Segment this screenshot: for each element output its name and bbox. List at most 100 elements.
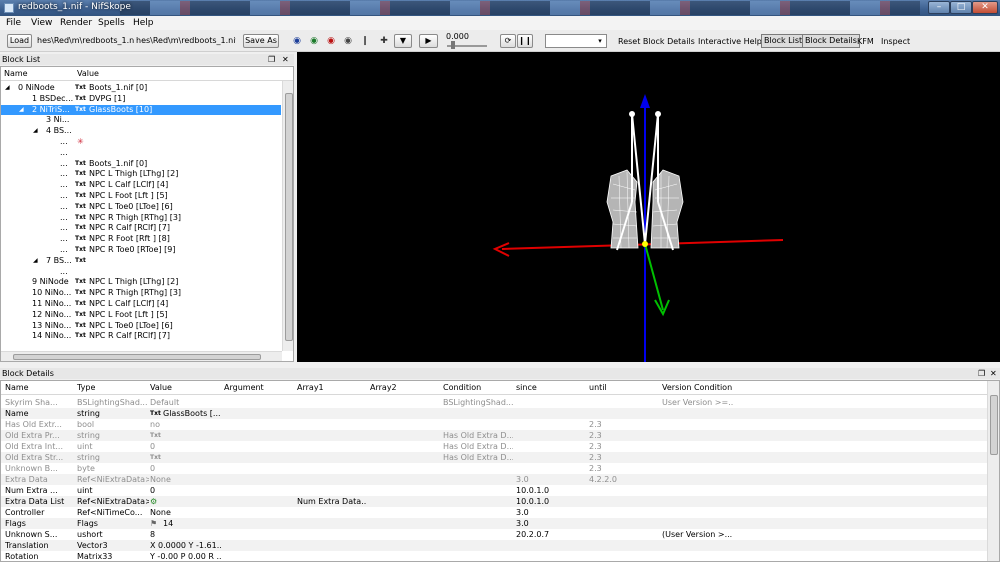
kfm-button[interactable]: KFM	[857, 37, 874, 46]
tree-row[interactable]: ...	[1, 148, 281, 159]
view-eye-red-icon[interactable]: ◉	[325, 36, 337, 46]
time-slider-handle[interactable]	[451, 41, 455, 49]
expand-arrow-icon[interactable]: ◢	[33, 126, 38, 137]
block-list[interactable]: Name Value ◢ 0 NiNode Txt Boots_1.nif [0] 1 …	[0, 66, 294, 362]
tree-row[interactable]: ◢ 0 NiNode Txt Boots_1.nif [0]	[1, 83, 281, 94]
block-list-hscroll[interactable]	[1, 351, 282, 361]
menu-render[interactable]: Render	[60, 18, 92, 28]
step-button[interactable]: ❙❙	[517, 34, 533, 48]
play-button[interactable]: ▶	[419, 34, 438, 48]
menu-view[interactable]: View	[31, 18, 52, 28]
menu-help[interactable]: Help	[133, 18, 154, 28]
tree-row[interactable]: ... ✳	[1, 137, 281, 148]
tree-row[interactable]: 13 NiNo... Txt NPC L Toe0 [LToe] [6]	[1, 321, 281, 332]
column-header[interactable]: Condition	[443, 381, 513, 395]
expand-arrow-icon[interactable]: ◢	[33, 256, 38, 267]
minimize-button[interactable]: –	[928, 1, 950, 14]
table-row[interactable]: Flags Flags ⚑ 14 3.0	[1, 518, 987, 529]
column-header[interactable]: Array2	[370, 381, 440, 395]
block-list-toggle[interactable]: Block List	[761, 34, 806, 48]
save-as-button[interactable]: Save As	[243, 34, 279, 48]
vscroll-thumb[interactable]	[990, 395, 998, 455]
inspect-button[interactable]: Inspect	[881, 37, 910, 46]
tree-row[interactable]: 11 NiNo... Txt NPC L Calf [LClf] [4]	[1, 299, 281, 310]
loop-button[interactable]: ⟳	[500, 34, 516, 48]
table-row[interactable]: Old Extra Pr... string Txt Has Old Extra D.…	[1, 430, 987, 441]
block-details-toggle[interactable]: Block Details	[802, 34, 860, 48]
tree-row[interactable]: ... Txt NPC L Thigh [LThg] [2]	[1, 169, 281, 180]
save-path-field[interactable]: hes\Red\m\redboots_1.nif	[136, 34, 236, 48]
view-eye-green-icon[interactable]: ◉	[308, 36, 320, 46]
load-path-field[interactable]: hes\Red\m\redboots_1.nif	[37, 34, 134, 48]
column-header[interactable]: Argument	[224, 381, 294, 395]
table-row[interactable]: Translation Vector3 X 0.0000 Y -1.61...	[1, 540, 987, 551]
tree-row[interactable]: ◢ 7 BS... Txt	[1, 256, 281, 267]
block-details-vscroll[interactable]	[987, 381, 999, 561]
table-row[interactable]: Old Extra Int... uint 0 Has Old Extra D... 2…	[1, 441, 987, 452]
vscroll-thumb[interactable]	[285, 93, 293, 341]
view-eye-gray-icon[interactable]: ◉	[342, 36, 354, 46]
interactive-help-button[interactable]: Interactive Help	[698, 37, 762, 46]
column-header[interactable]: Value	[150, 381, 222, 395]
table-row[interactable]: Name string Txt GlassBoots [...	[1, 408, 987, 419]
table-row[interactable]: Extra Data List Ref<NiExtraData> ⚙ Num Extr…	[1, 496, 987, 507]
column-header[interactable]: Array1	[297, 381, 367, 395]
tree-row[interactable]: ... Txt NPC L Foot [Lft ] [5]	[1, 191, 281, 202]
tree-row[interactable]: ◢ 4 BS...	[1, 126, 281, 137]
tree-row[interactable]: ◢ 2 NiTriS... Txt GlassBoots [10]	[1, 104, 281, 116]
view-eye-icon[interactable]: ◉	[291, 36, 303, 46]
table-row[interactable]: Controller Ref<NiTimeCo... None 3.0	[1, 507, 987, 518]
hscroll-thumb[interactable]	[13, 354, 261, 360]
table-row[interactable]: Num Extra ... uint 0 10.0.1.0	[1, 485, 987, 496]
menu-spells[interactable]: Spells	[98, 18, 125, 28]
tree-row[interactable]: ... Txt NPC L Toe0 [LToe] [6]	[1, 202, 281, 213]
block-details[interactable]: Name Type Value Argument Array1 Array2 Conditi…	[0, 380, 1000, 562]
close-button[interactable]: ✕	[972, 1, 998, 14]
load-button[interactable]: Load	[7, 34, 32, 48]
column-header[interactable]: until	[589, 381, 659, 395]
tree-row[interactable]: ... Txt NPC L Calf [LClf] [4]	[1, 180, 281, 191]
table-cell: Controller	[5, 508, 45, 517]
column-header[interactable]: since	[516, 381, 586, 395]
tree-row[interactable]: 9 NiNode Txt NPC L Thigh [LThg] [2]	[1, 277, 281, 288]
maximize-button[interactable]: □	[950, 1, 972, 14]
tree-row[interactable]: ... Txt NPC R Calf [RClf] [7]	[1, 223, 281, 234]
tree-row[interactable]: 3 Ni...	[1, 115, 281, 126]
table-row[interactable]: Extra Data Ref<NiExtraData> None 3.0 4.2.2.0	[1, 474, 987, 485]
table-row[interactable]: Rotation Matrix33 Y -0.00 P 0.00 R ...	[1, 551, 987, 561]
tree-row[interactable]: 10 NiNo... Txt NPC R Thigh [RThg] [3]	[1, 288, 281, 299]
dock-close-icon[interactable]: ✕	[990, 368, 997, 379]
tree-row[interactable]: ... Txt NPC R Thigh [RThg] [3]	[1, 213, 281, 224]
axis-icon[interactable]: ✚	[378, 36, 390, 46]
tree-row[interactable]: ...	[1, 267, 281, 278]
bones-icon[interactable]: ❙	[359, 36, 371, 46]
render-viewport[interactable]	[297, 52, 1000, 362]
block-list-vscroll[interactable]	[282, 81, 293, 351]
column-header[interactable]: Type	[77, 381, 149, 395]
tree-row[interactable]: ... Txt Boots_1.nif [0]	[1, 159, 281, 170]
column-header[interactable]: Name	[5, 381, 75, 395]
table-row[interactable]: Skyrim Sha... BSLightingShad... Default BSL…	[1, 397, 987, 408]
menu-file[interactable]: File	[6, 18, 21, 28]
column-value[interactable]: Value	[77, 67, 99, 81]
tree-row[interactable]: 12 NiNo... Txt NPC L Foot [Lft ] [5]	[1, 310, 281, 321]
dock-float-icon[interactable]: ❐	[268, 54, 275, 65]
reset-block-details-button[interactable]: Reset Block Details	[618, 37, 695, 46]
table-row[interactable]: Old Extra Str... string Txt Has Old Extra D…	[1, 452, 987, 463]
tree-row[interactable]: 14 NiNo... Txt NPC R Calf [RClf] [7]	[1, 331, 281, 342]
tree-row[interactable]: ... Txt NPC R Toe0 [RToe] [9]	[1, 245, 281, 256]
column-name[interactable]: Name	[4, 67, 28, 81]
table-row[interactable]: Has Old Extr... bool no 2.3	[1, 419, 987, 430]
table-row[interactable]: Unknown S... ushort 8 20.2.0.7 (User Version…	[1, 529, 987, 540]
tree-row[interactable]: 1 BSDec... Txt DVPG [1]	[1, 94, 281, 105]
table-row[interactable]: Unknown B... byte 0 2.3	[1, 463, 987, 474]
column-header[interactable]: Version Condition	[662, 381, 734, 395]
dock-float-icon[interactable]: ❐	[978, 368, 985, 379]
tree-row[interactable]: ... Txt NPC R Foot [Rft ] [8]	[1, 234, 281, 245]
expand-arrow-icon[interactable]: ◢	[19, 105, 24, 116]
expand-arrow-icon[interactable]: ◢	[5, 83, 10, 94]
view-dropdown-button[interactable]: ▼	[394, 34, 412, 48]
dock-close-icon[interactable]: ✕	[282, 54, 289, 65]
animation-select[interactable]: ▾	[545, 34, 607, 48]
txt-badge-icon: Txt	[75, 192, 86, 199]
